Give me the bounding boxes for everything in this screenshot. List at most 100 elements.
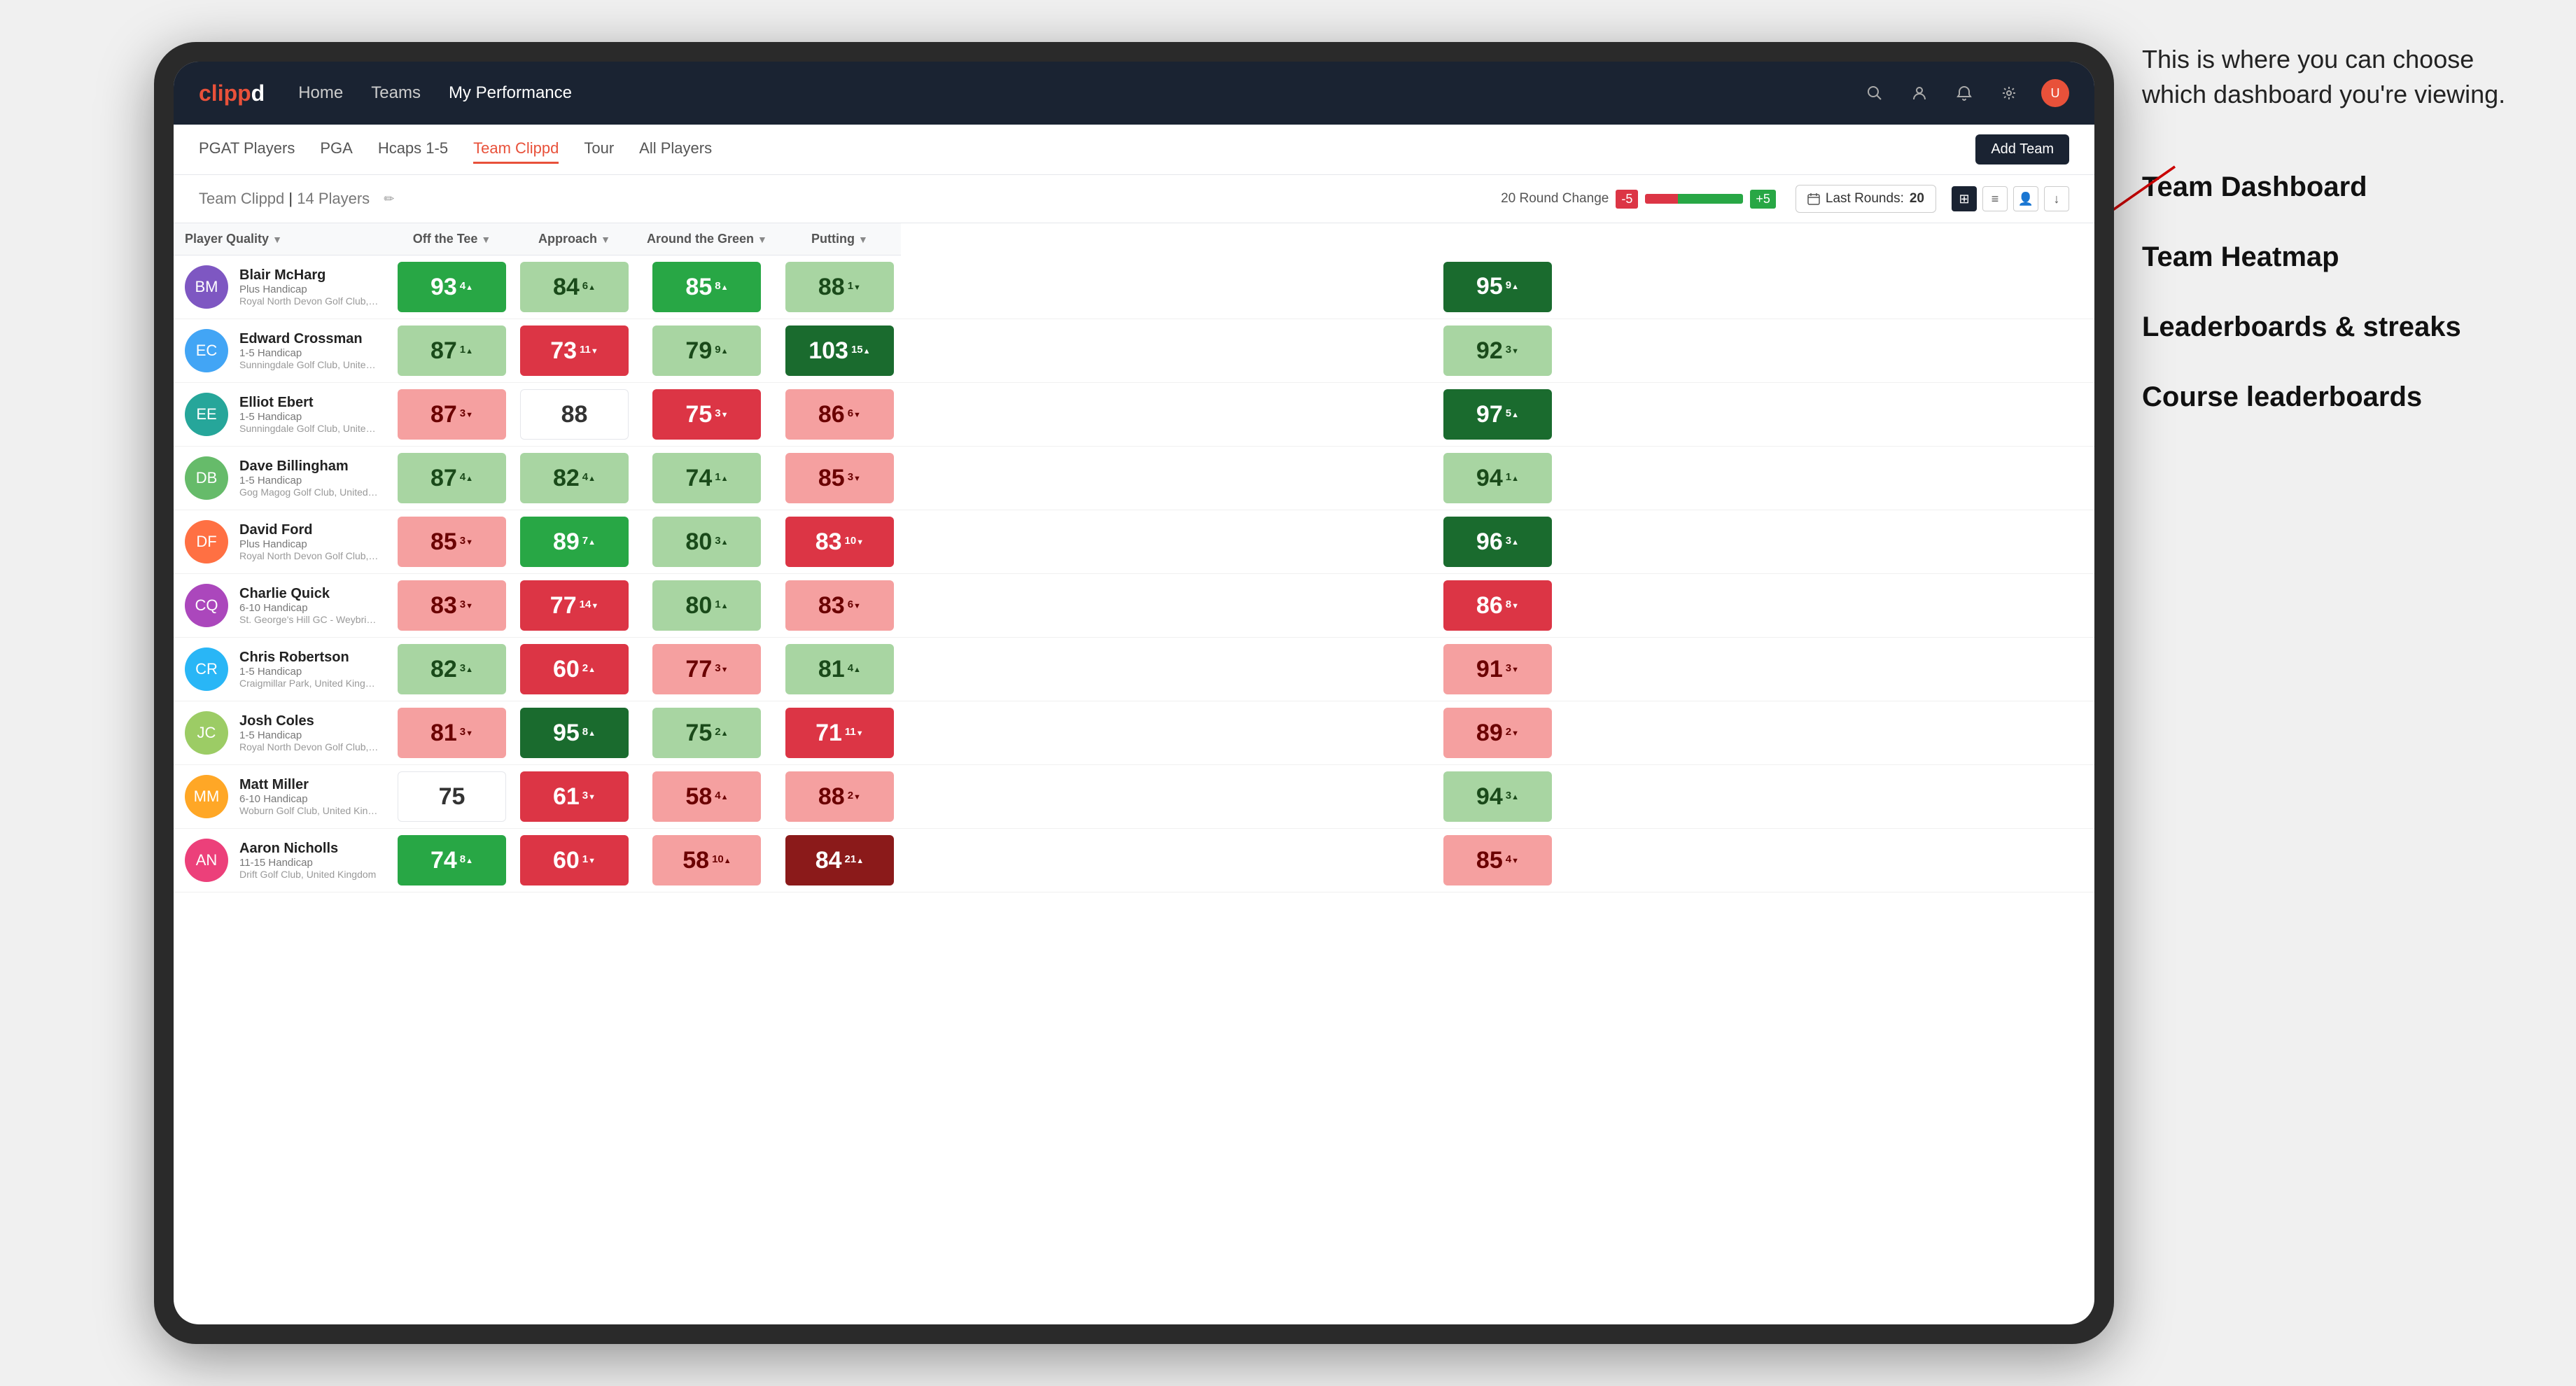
player-avatar-2: EE: [185, 393, 228, 436]
player-avatar-1: EC: [185, 329, 228, 372]
view-grid-button[interactable]: ⊞: [1952, 186, 1977, 211]
search-icon[interactable]: [1862, 80, 1887, 106]
score-box-offTee-8: 61 3▼: [520, 771, 629, 822]
round-change-section: 20 Round Change -5 +5 Last Rounds: 20: [1501, 185, 2069, 213]
view-list-button[interactable]: ≡: [1982, 186, 2008, 211]
col-approach-arrow: ▼: [601, 234, 610, 245]
player-cell-1[interactable]: EC Edward Crossman 1-5 Handicap Sunningd…: [174, 319, 391, 383]
subnav-tour[interactable]: Tour: [584, 135, 614, 164]
col-header-approach[interactable]: Approach ▼: [513, 223, 636, 255]
score-cell-offTee-7: 95 8▲: [513, 701, 636, 765]
settings-icon[interactable]: [1996, 80, 2022, 106]
subnav-pga[interactable]: PGA: [320, 135, 352, 164]
player-cell-0[interactable]: BM Blair McHarg Plus Handicap Royal Nort…: [174, 255, 391, 319]
score-box-putting-9: 85 4▼: [1443, 835, 1552, 886]
player-club-2: Sunningdale Golf Club, United Kingdom: [239, 423, 379, 434]
subnav-hcaps[interactable]: Hcaps 1-5: [378, 135, 448, 164]
player-cell-7[interactable]: JC Josh Coles 1-5 Handicap Royal North D…: [174, 701, 391, 765]
player-club-4: Royal North Devon Golf Club, United King…: [239, 550, 379, 561]
player-avatar-5: CQ: [185, 584, 228, 627]
score-cell-aroundGreen-3: 85 3▼: [778, 447, 901, 510]
edit-team-icon[interactable]: ✏: [384, 192, 394, 206]
subnav-pgat[interactable]: PGAT Players: [199, 135, 295, 164]
score-box-putting-8: 94 3▲: [1443, 771, 1552, 822]
view-person-button[interactable]: 👤: [2013, 186, 2038, 211]
top-navigation: clippd Home Teams My Performance: [174, 62, 2094, 125]
col-player-arrow: ▼: [272, 234, 282, 245]
score-box-putting-2: 97 5▲: [1443, 389, 1552, 440]
score-cell-approach-2: 75 3▼: [636, 383, 778, 447]
player-club-5: St. George's Hill GC - Weybridge - Surre…: [239, 614, 379, 625]
score-cell-putting-6: 91 3▼: [901, 638, 2094, 701]
player-avatar-8: MM: [185, 775, 228, 818]
player-avatar-9: AN: [185, 839, 228, 882]
score-box-approach-1: 79 9▲: [652, 326, 761, 376]
nav-home[interactable]: Home: [298, 80, 343, 106]
player-cell-6[interactable]: CR Chris Robertson 1-5 Handicap Craigmil…: [174, 638, 391, 701]
table-row: EC Edward Crossman 1-5 Handicap Sunningd…: [174, 319, 2094, 383]
col-header-aroundgreen[interactable]: Around the Green ▼: [636, 223, 778, 255]
score-box-offTee-6: 60 2▲: [520, 644, 629, 694]
score-cell-putting-3: 94 1▲: [901, 447, 2094, 510]
score-cell-offTee-2: 88: [513, 383, 636, 447]
score-box-playerQuality-0: 93 4▲: [398, 262, 506, 312]
round-pos-value: +5: [1750, 190, 1776, 209]
col-offtee-label: Off the Tee: [413, 232, 478, 246]
team-name: Team Clippd | 14 Players: [199, 190, 370, 208]
player-club-8: Woburn Golf Club, United Kingdom: [239, 805, 379, 816]
view-icon-group: ⊞ ≡ 👤 ↓: [1952, 186, 2069, 211]
round-bar-red: [1645, 194, 1678, 204]
score-cell-aroundGreen-0: 88 1▼: [778, 255, 901, 319]
table-row: JC Josh Coles 1-5 Handicap Royal North D…: [174, 701, 2094, 765]
player-cell-8[interactable]: MM Matt Miller 6-10 Handicap Woburn Golf…: [174, 765, 391, 829]
col-approach-label: Approach: [538, 232, 597, 246]
subnav-team-clippd[interactable]: Team Clippd: [473, 135, 559, 164]
view-download-button[interactable]: ↓: [2044, 186, 2069, 211]
col-header-putting[interactable]: Putting ▼: [778, 223, 901, 255]
player-name-2: Elliot Ebert: [239, 395, 379, 411]
player-cell-9[interactable]: AN Aaron Nicholls 11-15 Handicap Drift G…: [174, 829, 391, 892]
score-box-playerQuality-5: 83 3▼: [398, 580, 506, 631]
nav-teams[interactable]: Teams: [371, 80, 421, 106]
score-cell-approach-9: 58 10▲: [636, 829, 778, 892]
score-cell-playerQuality-5: 83 3▼: [391, 574, 513, 638]
col-header-offtee[interactable]: Off the Tee ▼: [391, 223, 513, 255]
score-cell-playerQuality-9: 74 8▲: [391, 829, 513, 892]
player-avatar-7: JC: [185, 711, 228, 755]
last-rounds-value: 20: [1910, 191, 1924, 206]
score-box-aroundGreen-7: 71 11▼: [785, 708, 894, 758]
score-box-putting-7: 89 2▼: [1443, 708, 1552, 758]
user-avatar[interactable]: U: [2041, 79, 2069, 107]
score-box-aroundGreen-0: 88 1▼: [785, 262, 894, 312]
add-team-button[interactable]: Add Team: [1975, 134, 2069, 164]
score-cell-putting-8: 94 3▲: [901, 765, 2094, 829]
player-cell-5[interactable]: CQ Charlie Quick 6-10 Handicap St. Georg…: [174, 574, 391, 638]
table-row: MM Matt Miller 6-10 Handicap Woburn Golf…: [174, 765, 2094, 829]
person-icon[interactable]: [1907, 80, 1932, 106]
score-box-aroundGreen-3: 85 3▼: [785, 453, 894, 503]
score-box-playerQuality-9: 74 8▲: [398, 835, 506, 886]
player-cell-4[interactable]: DF David Ford Plus Handicap Royal North …: [174, 510, 391, 574]
player-handicap-8: 6-10 Handicap: [239, 793, 379, 805]
score-cell-offTee-6: 60 2▲: [513, 638, 636, 701]
player-cell-3[interactable]: DB Dave Billingham 1-5 Handicap Gog Mago…: [174, 447, 391, 510]
score-cell-aroundGreen-2: 86 6▼: [778, 383, 901, 447]
player-name-0: Blair McHarg: [239, 267, 379, 284]
team-header: Team Clippd | 14 Players ✏ 20 Round Chan…: [174, 175, 2094, 223]
annotation-item-3: Course leaderboards: [2142, 379, 2534, 415]
score-cell-aroundGreen-9: 84 21▲: [778, 829, 901, 892]
nav-my-performance[interactable]: My Performance: [449, 80, 572, 106]
score-cell-offTee-8: 61 3▼: [513, 765, 636, 829]
player-cell-2[interactable]: EE Elliot Ebert 1-5 Handicap Sunningdale…: [174, 383, 391, 447]
score-cell-playerQuality-1: 87 1▲: [391, 319, 513, 383]
score-box-approach-3: 74 1▲: [652, 453, 761, 503]
col-header-player[interactable]: Player Quality ▼: [174, 223, 391, 255]
data-table-area[interactable]: Player Quality ▼ Off the Tee ▼ Approach …: [174, 223, 2094, 1324]
player-handicap-2: 1-5 Handicap: [239, 411, 379, 423]
subnav-all-players[interactable]: All Players: [639, 135, 712, 164]
last-rounds-button[interactable]: Last Rounds: 20: [1795, 185, 1936, 213]
score-cell-putting-7: 89 2▼: [901, 701, 2094, 765]
bell-icon[interactable]: [1952, 80, 1977, 106]
score-box-offTee-0: 84 6▲: [520, 262, 629, 312]
tablet-frame: clippd Home Teams My Performance: [154, 42, 2114, 1344]
